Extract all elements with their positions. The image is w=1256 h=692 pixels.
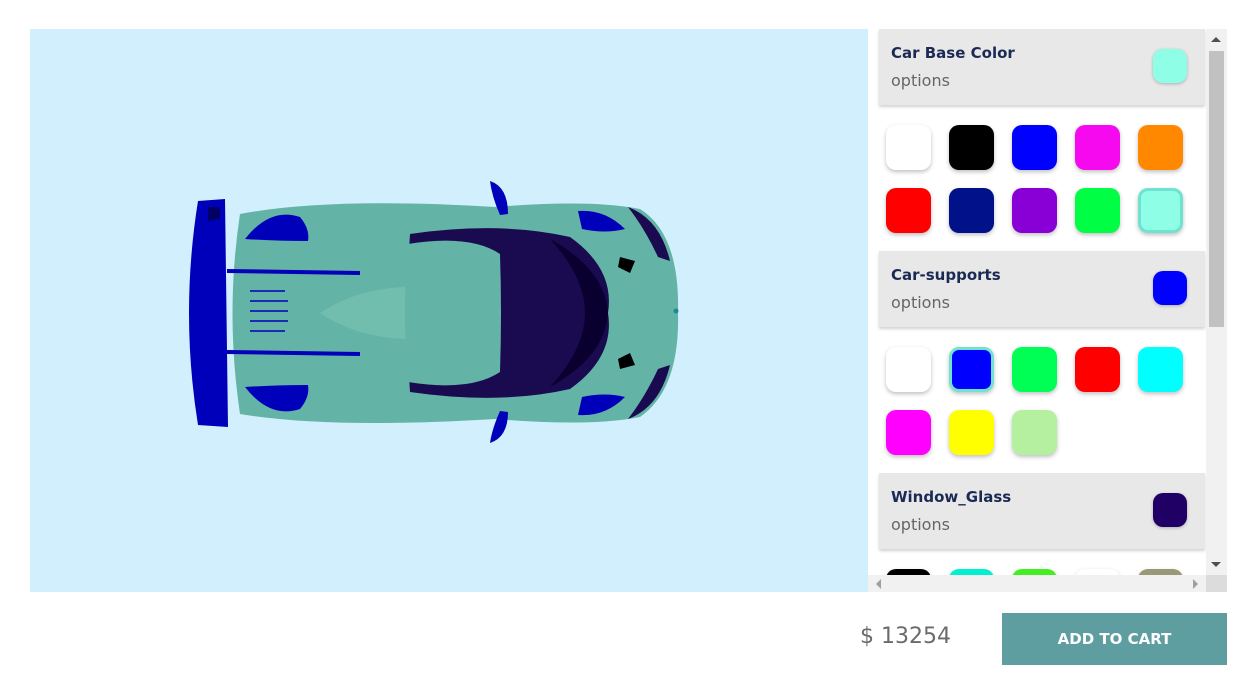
- scroll-right-icon[interactable]: [1193, 579, 1198, 589]
- scroll-down-icon[interactable]: [1211, 562, 1221, 567]
- color-swatch[interactable]: [1012, 347, 1057, 392]
- scrollbar-thumb[interactable]: [1209, 51, 1224, 327]
- color-swatch[interactable]: [1138, 188, 1183, 233]
- scrollbar-corner: [1206, 575, 1227, 592]
- current-color-indicator: [1153, 271, 1187, 305]
- option-title: Car Base Color: [891, 44, 1015, 62]
- color-swatch[interactable]: [1138, 125, 1183, 170]
- option-header-car-supports[interactable]: Car-supports options: [879, 251, 1205, 327]
- horizontal-scrollbar[interactable]: [868, 575, 1206, 592]
- car-3d-viewer[interactable]: [30, 29, 868, 592]
- current-color-indicator: [1153, 49, 1187, 83]
- color-swatch[interactable]: [886, 188, 931, 233]
- options-list: Car Base Color options Car-supports opti…: [868, 29, 1206, 575]
- scroll-up-icon[interactable]: [1211, 37, 1221, 42]
- car-model-render: [189, 181, 679, 443]
- add-to-cart-button[interactable]: ADD TO CART: [1002, 613, 1227, 665]
- option-header-window-glass[interactable]: Window_Glass options: [879, 473, 1205, 549]
- color-swatch[interactable]: [1012, 125, 1057, 170]
- option-subtitle: options: [891, 293, 950, 312]
- color-swatch[interactable]: [949, 188, 994, 233]
- color-swatch[interactable]: [949, 125, 994, 170]
- color-swatch[interactable]: [1138, 347, 1183, 392]
- option-subtitle: options: [891, 71, 950, 90]
- color-swatch[interactable]: [1075, 347, 1120, 392]
- option-subtitle: options: [891, 515, 950, 534]
- color-swatch[interactable]: [949, 410, 994, 455]
- scroll-left-icon[interactable]: [876, 579, 881, 589]
- color-swatch[interactable]: [886, 410, 931, 455]
- option-title: Window_Glass: [891, 488, 1012, 506]
- customization-panel: Car Base Color options Car-supports opti…: [868, 29, 1227, 592]
- color-swatch[interactable]: [886, 347, 931, 392]
- option-title: Car-supports: [891, 266, 1001, 284]
- color-swatch[interactable]: [886, 125, 931, 170]
- color-swatch[interactable]: [1075, 125, 1120, 170]
- color-swatch[interactable]: [1012, 410, 1057, 455]
- option-header-car-base-color[interactable]: Car Base Color options: [879, 29, 1205, 105]
- color-swatch[interactable]: [949, 347, 994, 392]
- price-label: $ 13254: [860, 624, 951, 649]
- current-color-indicator: [1153, 493, 1187, 527]
- vertical-scrollbar[interactable]: [1206, 29, 1227, 575]
- color-swatch[interactable]: [1075, 188, 1120, 233]
- color-swatch[interactable]: [1012, 188, 1057, 233]
